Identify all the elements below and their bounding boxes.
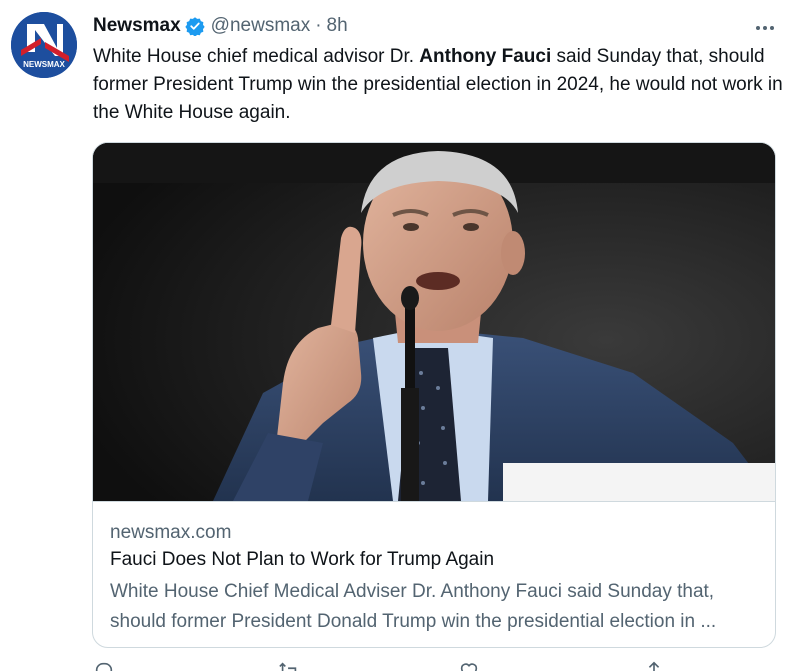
tweet-text: White House chief medical advisor Dr. An… — [93, 43, 783, 127]
share-button[interactable] — [643, 660, 665, 671]
retweet-button[interactable] — [278, 660, 300, 671]
card-meta[interactable]: newsmax.com Fauci Does Not Plan to Work … — [93, 501, 775, 647]
card-image[interactable] — [93, 143, 775, 501]
tweet-header: Newsmax @newsmax · 8h — [93, 13, 348, 39]
tweet-timestamp[interactable]: 8h — [327, 15, 348, 37]
card-domain: newsmax.com — [110, 522, 232, 543]
verified-badge-icon — [185, 16, 205, 37]
reply-button[interactable] — [93, 660, 115, 671]
user-handle[interactable]: @newsmax — [211, 15, 311, 37]
reply-icon — [95, 662, 113, 671]
more-options-button[interactable] — [751, 14, 779, 42]
tweet[interactable]: NEWSMAX Newsmax @newsmax · 8h White Hous… — [0, 0, 797, 671]
card-description: White House Chief Medical Adviser Dr. An… — [110, 577, 765, 637]
like-button[interactable] — [458, 660, 480, 671]
display-name[interactable]: Newsmax — [93, 15, 181, 37]
article-photo — [93, 143, 775, 501]
like-icon — [460, 663, 478, 671]
tweet-text-part1: White House chief medical advisor Dr. — [93, 46, 420, 67]
newsmax-avatar[interactable]: NEWSMAX — [11, 12, 77, 78]
avatar-logo-text: NEWSMAX — [23, 60, 65, 69]
link-card[interactable]: newsmax.com Fauci Does Not Plan to Work … — [92, 142, 776, 648]
share-icon — [648, 661, 660, 671]
more-options-icon — [756, 26, 774, 30]
card-description-line1: White House Chief Medical Adviser Dr. An… — [110, 581, 715, 602]
card-title: Fauci Does Not Plan to Work for Trump Ag… — [110, 549, 495, 570]
card-description-line2: should former President Donald Trump win… — [110, 611, 717, 632]
retweet-icon — [279, 662, 297, 671]
newsmax-logo-icon: NEWSMAX — [11, 12, 77, 78]
tweet-actions — [93, 660, 660, 671]
separator-dot: · — [315, 15, 322, 36]
tweet-text-mention: Anthony Fauci — [419, 46, 552, 67]
